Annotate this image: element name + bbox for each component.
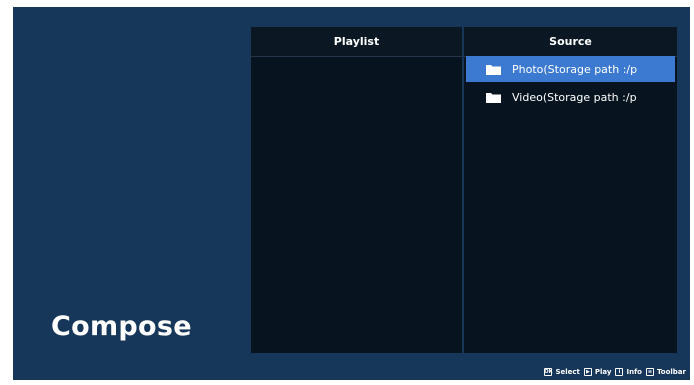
help-select: OK Select xyxy=(544,368,580,376)
source-item-label: Video(Storage path :/p xyxy=(512,90,637,104)
remote-help-bar: OK Select ▶ Play i Info ≡ Toolbar xyxy=(544,368,686,376)
source-panel[interactable]: Source Photo(Storage path :/p Video(Stor… xyxy=(464,27,677,353)
help-label: Info xyxy=(626,368,642,376)
playlist-panel[interactable]: Playlist xyxy=(251,27,462,353)
folder-icon xyxy=(486,92,501,103)
folder-icon xyxy=(486,64,501,75)
source-item-video[interactable]: Video(Storage path :/p xyxy=(466,84,675,110)
help-label: Select xyxy=(555,368,580,376)
play-key-icon: ▶ xyxy=(583,368,592,376)
source-item-photo[interactable]: Photo(Storage path :/p xyxy=(466,56,675,82)
options-key-icon: ≡ xyxy=(645,368,654,376)
help-label: Play xyxy=(594,368,612,376)
source-header: Source xyxy=(464,27,677,57)
ok-key-icon: OK xyxy=(544,368,553,376)
help-toolbar: ≡ Toolbar xyxy=(645,368,686,376)
playlist-header: Playlist xyxy=(251,27,462,57)
help-play: ▶ Play xyxy=(583,368,612,376)
info-key-icon: i xyxy=(615,368,624,376)
source-item-label: Photo(Storage path :/p xyxy=(512,62,638,76)
help-info: i Info xyxy=(615,368,642,376)
page-title: Compose xyxy=(51,311,192,342)
screen: Playlist Source Photo(Storage path :/p V… xyxy=(0,0,694,385)
compose-screen: Playlist Source Photo(Storage path :/p V… xyxy=(13,7,690,380)
help-label: Toolbar xyxy=(656,368,686,376)
